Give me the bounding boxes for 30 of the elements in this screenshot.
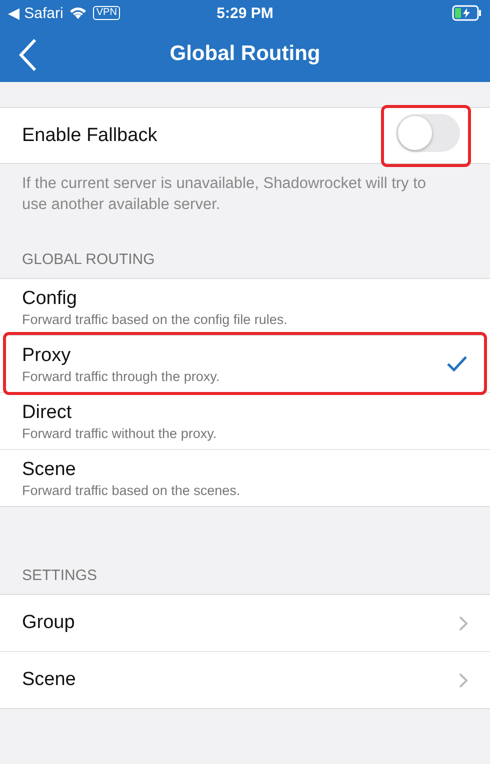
settings-label: Group (22, 612, 76, 634)
option-title: Config (22, 288, 78, 310)
checkmark-icon (446, 355, 468, 373)
wifi-icon (69, 6, 88, 20)
nav-title: Global Routing (170, 42, 320, 66)
option-description: Forward traffic through the proxy. (22, 368, 221, 384)
section-header: SETTINGS (21, 567, 98, 586)
option-description: Forward traffic without the proxy. (22, 426, 218, 440)
option-title: Direct (22, 402, 73, 424)
routing-option[interactable]: Proxy Forward traffic through the proxy. (6, 335, 484, 392)
option-title: Scene (22, 458, 77, 480)
option-description: Forward traffic based on the config file rules. (22, 312, 288, 326)
section-header: GLOBAL ROUTING (21, 250, 156, 270)
fallback-toggle[interactable] (396, 114, 460, 152)
vpn-badge: VPN (93, 6, 120, 20)
back-to-app-link[interactable]: ◀ Safari (8, 4, 64, 22)
option-title: Proxy (22, 344, 72, 366)
routing-option[interactable]: Direct Forward traffic without the proxy. (0, 392, 490, 449)
status-time: 5:29 PM (216, 4, 274, 22)
chevron-icon (459, 672, 468, 688)
option-description: Forward traffic based on the scenes. (22, 482, 242, 498)
fallback-description: If the current server is unavailable, Shadowrocket will try to use another available server. (21, 174, 428, 215)
settings-item[interactable]: Group (0, 595, 490, 651)
settings-label: Scene (22, 669, 77, 691)
chevron-icon (459, 616, 468, 630)
routing-option[interactable]: Config Forward traffic based on the config file rules. (0, 279, 490, 335)
fallback-label: Enable Fallback (22, 124, 158, 146)
battery-icon (452, 5, 482, 21)
settings-item[interactable]: Scene (0, 651, 490, 708)
routing-option[interactable]: Scene Forward traffic based on the scenes. (0, 449, 490, 506)
